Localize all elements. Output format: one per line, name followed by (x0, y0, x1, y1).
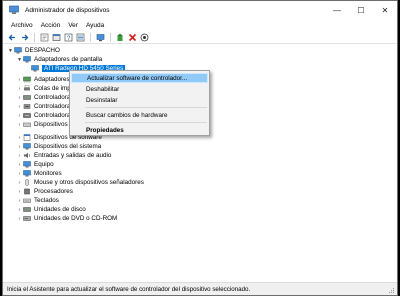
chevron-down-icon[interactable]: ▼ (7, 48, 14, 54)
chevron-right-icon[interactable]: › (16, 189, 23, 195)
disable-menu-item[interactable]: Deshabilitar (71, 84, 208, 94)
scan-hardware-icon[interactable] (96, 33, 105, 42)
hid-icon (23, 121, 31, 128)
back-icon[interactable] (8, 33, 17, 42)
tree-category[interactable]: › Teclados (16, 196, 59, 205)
processor-icon (23, 188, 31, 195)
list-view-icon[interactable] (76, 33, 85, 42)
mouse-icon (23, 179, 31, 186)
computer-icon (14, 47, 22, 54)
tree-category[interactable]: › Entradas y salidas de audio (16, 151, 112, 160)
tree-category[interactable]: › Procesadores (16, 187, 73, 196)
title-bar: Administrador de dispositivos — ☐ ✕ (3, 1, 397, 19)
menu-ayuda[interactable]: Ayuda (82, 22, 108, 29)
tree-category-label: Equipo (34, 161, 54, 168)
uninstall-menu-item[interactable]: Desinstalar (71, 95, 208, 105)
usb-controller-icon (23, 103, 31, 110)
chevron-right-icon[interactable]: › (16, 171, 23, 177)
dvd-drive-icon (23, 215, 31, 222)
chevron-down-icon[interactable]: ▼ (16, 57, 23, 63)
tree-category-label: Mouse y otros dispositivos señaladores (34, 179, 144, 186)
chevron-right-icon[interactable]: › (16, 113, 23, 119)
tree-category-label: Adaptadores de pantalla (34, 56, 103, 63)
tree-category[interactable]: ▼ Adaptadores de pantalla (16, 55, 102, 64)
tree-category-label: Dispositivos del sistema (34, 143, 102, 150)
chevron-right-icon[interactable]: › (16, 180, 23, 186)
chevron-right-icon[interactable]: › (16, 144, 23, 150)
computer-icon (23, 161, 31, 168)
tree-category[interactable]: › Equipo (16, 160, 54, 169)
menu-separator (85, 107, 207, 108)
storage-controller-icon (23, 94, 31, 101)
chevron-right-icon[interactable]: › (16, 104, 23, 110)
toolbar: ? (3, 31, 397, 44)
chevron-right-icon[interactable]: › (16, 86, 23, 92)
chevron-right-icon[interactable]: › (16, 135, 23, 141)
help-icon[interactable]: ? (64, 33, 73, 42)
tree-root[interactable]: ▼ DESPACHO (7, 46, 60, 55)
tree-category[interactable]: › Unidades de DVD o CD-ROM (16, 214, 118, 223)
close-button[interactable]: ✕ (373, 1, 397, 19)
details-icon[interactable] (52, 33, 61, 42)
tree-category-label: Unidades de DVD o CD-ROM (34, 215, 118, 222)
toolbar-separator (34, 32, 35, 42)
tree-category-label: Entradas y salidas de audio (34, 152, 112, 159)
chevron-right-icon[interactable]: › (16, 153, 23, 159)
update-driver-menu-item[interactable]: Actualizar software de controlador... (71, 73, 208, 83)
scan-hardware-menu-item[interactable]: Buscar cambios de hardware (71, 110, 208, 120)
forward-icon[interactable] (20, 33, 29, 42)
chevron-right-icon[interactable]: › (16, 122, 23, 128)
ide-controller-icon (23, 112, 31, 119)
status-text: Inicia el Asistente para actualizar el s… (7, 285, 251, 293)
display-adapter-icon (23, 56, 31, 63)
chevron-right-icon[interactable]: › (16, 216, 23, 222)
keyboard-icon (23, 197, 31, 204)
tree-root-label: DESPACHO (25, 47, 60, 54)
chevron-right-icon[interactable]: › (16, 162, 23, 168)
chevron-right-icon[interactable]: › (16, 207, 23, 213)
disable-icon[interactable] (140, 33, 149, 42)
monitor-icon (23, 170, 31, 177)
tree-category-label: Teclados (34, 197, 59, 204)
device-manager-window: Administrador de dispositivos — ☐ ✕ Arch… (2, 0, 398, 296)
printer-icon (23, 85, 31, 92)
tree-category[interactable]: › Monitores (16, 169, 62, 178)
menu-bar: Archivo Acción Ver Ayuda (3, 20, 108, 31)
chevron-right-icon[interactable]: › (16, 95, 23, 101)
tree-category-label: Monitores (34, 170, 62, 177)
tree-category-label: Unidades de disco (34, 206, 86, 213)
minimize-button[interactable]: — (325, 1, 349, 19)
tree-category[interactable]: › Dispositivos del sistema (16, 142, 102, 151)
context-menu: Actualizar software de controlador... De… (69, 70, 210, 136)
status-bar: Inicia el Asistente para actualizar el s… (3, 282, 397, 295)
menu-ver[interactable]: Ver (64, 22, 82, 29)
maximize-button[interactable]: ☐ (349, 1, 373, 19)
window-title: Administrador de dispositivos (25, 6, 110, 14)
update-driver-icon[interactable] (116, 33, 125, 42)
menu-accion[interactable]: Acción (37, 22, 65, 29)
menu-archivo[interactable]: Archivo (7, 22, 37, 29)
properties-icon[interactable] (40, 33, 49, 42)
speaker-icon (23, 152, 31, 159)
network-adapter-icon (23, 76, 31, 83)
resize-grip-icon[interactable] (387, 286, 395, 294)
uninstall-icon[interactable] (128, 33, 137, 42)
menu-separator (85, 122, 207, 123)
toolbar-separator (110, 32, 111, 42)
tree-category-label: Procesadores (34, 188, 73, 195)
tree-category[interactable]: › Mouse y otros dispositivos señaladores (16, 178, 144, 187)
software-device-icon (23, 134, 31, 141)
chevron-right-icon[interactable]: › (16, 77, 23, 83)
properties-menu-item[interactable]: Propiedades (71, 125, 208, 135)
tree-category[interactable]: › Unidades de disco (16, 205, 86, 214)
disk-drive-icon (23, 206, 31, 213)
toolbar-separator (90, 32, 91, 42)
display-adapter-icon (31, 65, 39, 72)
system-device-icon (23, 143, 31, 150)
chevron-right-icon[interactable]: › (16, 198, 23, 204)
device-manager-app-icon (9, 5, 19, 15)
